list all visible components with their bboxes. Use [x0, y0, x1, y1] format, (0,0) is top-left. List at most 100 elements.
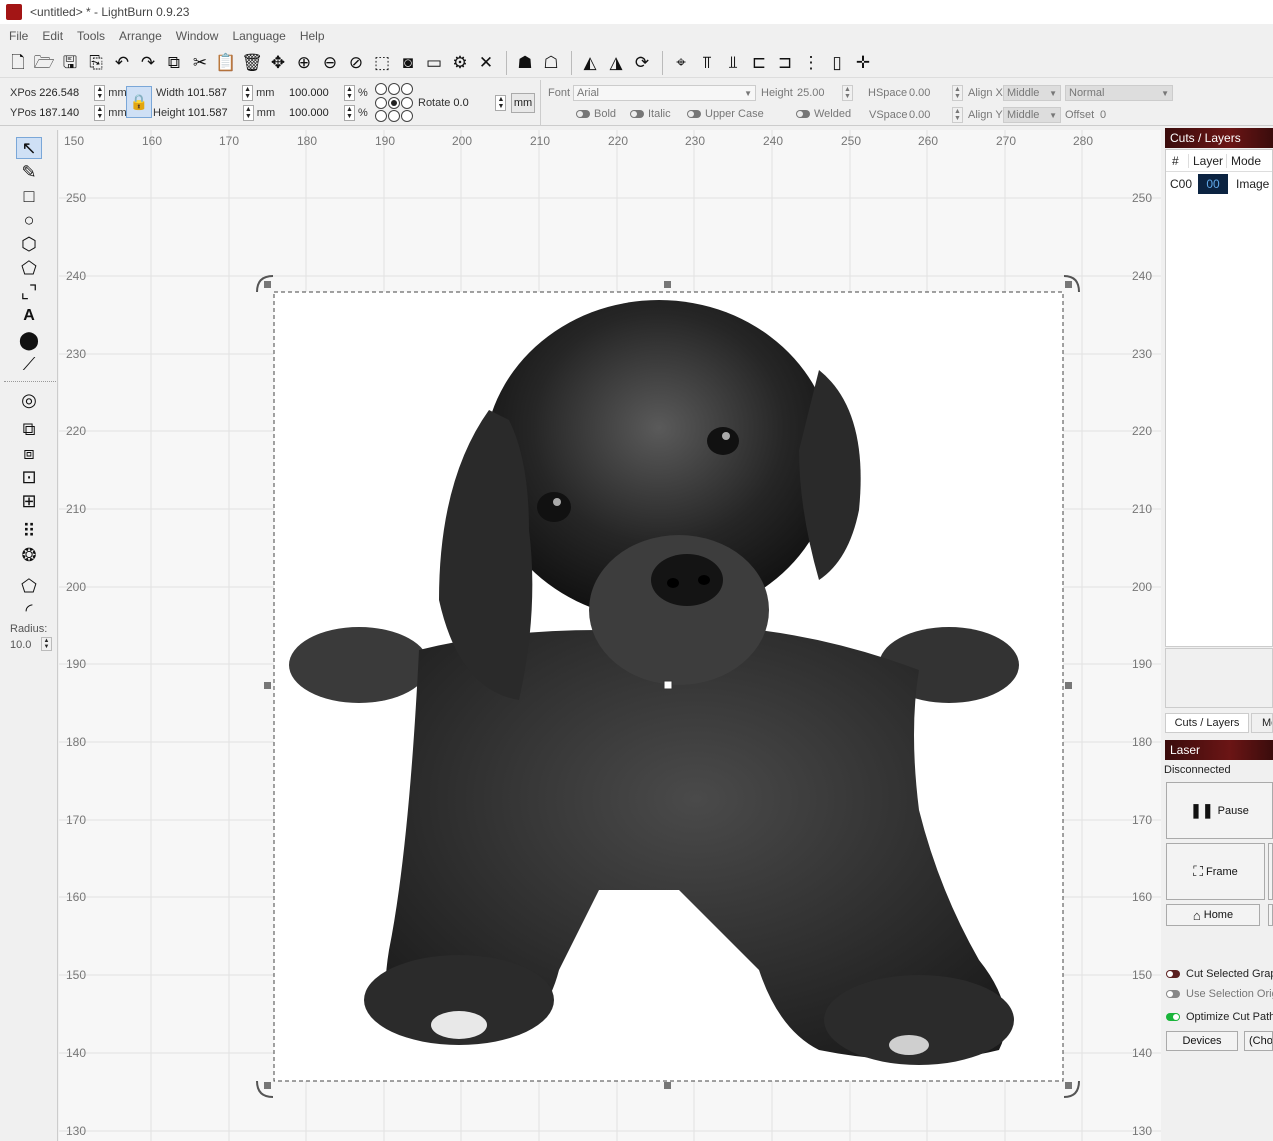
rotate-value[interactable]: 0.0: [453, 97, 483, 109]
pause-button[interactable]: ❚❚ Pause: [1166, 782, 1273, 839]
font-dropdown[interactable]: Arial ▼: [573, 85, 756, 101]
anchor-top-right[interactable]: [401, 83, 413, 95]
frame-select-icon[interactable]: ⬚: [370, 51, 394, 75]
radius-value[interactable]: 10.0: [10, 639, 31, 651]
tab-move[interactable]: Mo: [1251, 713, 1273, 733]
marker-icon[interactable]: ⬤: [16, 329, 42, 351]
rotate-field[interactable]: Rotate 0.0 ▲ ▼: [418, 94, 509, 112]
resize-handle-left[interactable]: [264, 682, 271, 689]
rotate-handle-top-left[interactable]: [264, 281, 271, 288]
width-spinner[interactable]: ▲ ▼: [242, 85, 254, 101]
undo-icon[interactable]: ↶: [110, 51, 134, 75]
layer-color-swatch[interactable]: 00: [1198, 174, 1228, 194]
xpos-field[interactable]: XPos 226.548 ▲ ▼ mm: [10, 84, 127, 102]
rotate-handle-bottom-left[interactable]: [264, 1082, 271, 1089]
dock-icon[interactable]: ▯: [825, 51, 849, 75]
height-value[interactable]: 101.587: [188, 107, 240, 119]
stop-button[interactable]: [1268, 843, 1273, 900]
anchor-bottom-right[interactable]: [401, 110, 413, 123]
rotate-handle-bottom-right[interactable]: [1065, 1082, 1072, 1089]
hspace-value[interactable]: 0.00: [909, 87, 930, 99]
grid-array-icon[interactable]: ⠿: [16, 520, 42, 542]
round-corner-icon[interactable]: ◜: [16, 599, 42, 621]
optimize-cut-path-checkbox[interactable]: Optimize Cut Path: [1166, 1009, 1273, 1025]
selected-image[interactable]: [256, 275, 1080, 1098]
rotate-handle-top-right[interactable]: [1065, 281, 1072, 288]
menu-tools[interactable]: Tools: [70, 29, 112, 43]
font-height-spinner[interactable]: ▲ ▼: [842, 85, 853, 101]
menu-help[interactable]: Help: [293, 29, 332, 43]
menu-arrange[interactable]: Arrange: [112, 29, 169, 43]
align-middle-icon[interactable]: ⫫: [721, 51, 745, 75]
welded-toggle[interactable]: Welded: [796, 108, 851, 120]
align-left-icon[interactable]: ⊏: [747, 51, 771, 75]
zoom-in-icon[interactable]: ⊕: [292, 51, 316, 75]
resize-handle-top[interactable]: [664, 281, 671, 288]
height-percent-value[interactable]: 100.000: [289, 107, 341, 119]
align-center-icon[interactable]: ⊐: [773, 51, 797, 75]
home-button[interactable]: ⌂ Home: [1166, 904, 1260, 926]
copy-icon[interactable]: ⧉: [162, 51, 186, 75]
anchor-center[interactable]: [388, 96, 400, 109]
menu-language[interactable]: Language: [225, 29, 292, 43]
ypos-spinner[interactable]: ▲ ▼: [94, 105, 106, 121]
menu-edit[interactable]: Edit: [35, 29, 70, 43]
delete-icon[interactable]: 🗑: [240, 51, 264, 75]
align-top-icon[interactable]: ⫪: [695, 51, 719, 75]
corner-icon[interactable]: ⬠: [16, 575, 42, 597]
width-field[interactable]: Width 101.587 ▲ ▼ mm: [156, 84, 274, 102]
upper-case-toggle[interactable]: Upper Case: [687, 108, 764, 120]
boolean-intersect-icon[interactable]: ⊡: [16, 466, 42, 488]
anchor-middle-right[interactable]: [401, 96, 413, 109]
canvas-svg[interactable]: 150 160 170 180 190 200 210 220 230 240 …: [59, 130, 1161, 1141]
italic-toggle[interactable]: Italic: [630, 108, 671, 120]
center-handle[interactable]: [663, 680, 673, 690]
frame-button[interactable]: ⛶ Frame: [1166, 843, 1265, 900]
new-file-icon[interactable]: 🗋: [6, 51, 30, 75]
pencil-icon[interactable]: ✎: [16, 161, 42, 183]
unit-toggle-button[interactable]: mm: [511, 93, 535, 113]
open-folder-icon[interactable]: 🗁: [32, 51, 56, 75]
width-value[interactable]: 101.587: [187, 87, 239, 99]
width-percent-value[interactable]: 100.000: [289, 87, 341, 99]
text-icon[interactable]: A: [16, 305, 42, 327]
group-icon[interactable]: ☗: [513, 51, 537, 75]
boolean-union-icon[interactable]: ⧉: [16, 418, 42, 440]
mirror-v-icon[interactable]: ◮: [604, 51, 628, 75]
use-selection-origin-checkbox[interactable]: Use Selection Origin: [1166, 986, 1273, 1002]
settings-icon[interactable]: ⚙: [448, 51, 472, 75]
anchor-top-center[interactable]: [388, 83, 400, 95]
position-icon[interactable]: ⌞⌝: [16, 281, 42, 303]
table-row[interactable]: C00 00 Image: [1166, 172, 1272, 196]
camera-icon[interactable]: ◙: [396, 51, 420, 75]
aligny-dropdown[interactable]: Middle ▼: [1003, 107, 1061, 123]
alignx-dropdown[interactable]: Middle ▼: [1003, 85, 1061, 101]
vspace-spinner[interactable]: ▲ ▼: [952, 107, 963, 123]
height-field[interactable]: Height 101.587 ▲ ▼ mm: [153, 104, 275, 122]
hspace-spinner[interactable]: ▲ ▼: [952, 85, 963, 101]
tools-icon[interactable]: ✕: [474, 51, 498, 75]
offset-value[interactable]: 0: [1100, 109, 1106, 121]
circular-array-icon[interactable]: ❂: [16, 544, 42, 566]
zoom-fit-icon[interactable]: ⊘: [344, 51, 368, 75]
anchor-bottom-center[interactable]: [388, 110, 400, 123]
resize-handle-bottom[interactable]: [664, 1082, 671, 1089]
anchor-middle-left[interactable]: [375, 96, 387, 109]
offset-icon[interactable]: ◎: [16, 389, 42, 411]
devices-button[interactable]: Devices: [1166, 1031, 1238, 1051]
ungroup-icon[interactable]: ☖: [539, 51, 563, 75]
menu-window[interactable]: Window: [169, 29, 226, 43]
cut-icon[interactable]: ✂: [188, 51, 212, 75]
monitor-icon[interactable]: ▭: [422, 51, 446, 75]
radius-spinner[interactable]: ▲ ▼: [41, 637, 52, 651]
height-percent-field[interactable]: 100.000 ▲ ▼ %: [289, 104, 368, 122]
vspace-value[interactable]: 0.00: [909, 109, 930, 121]
rotate-spinner[interactable]: ▲ ▼: [495, 95, 507, 111]
center-icon[interactable]: ⌖: [669, 51, 693, 75]
ypos-value[interactable]: 187.140: [39, 107, 91, 119]
measure-icon[interactable]: ⟋: [16, 353, 42, 375]
anchor-point-grid[interactable]: [375, 83, 415, 123]
redo-icon[interactable]: ↷: [136, 51, 160, 75]
rectangle-icon[interactable]: □: [16, 185, 42, 207]
polygon-icon[interactable]: ⬡: [16, 233, 42, 255]
